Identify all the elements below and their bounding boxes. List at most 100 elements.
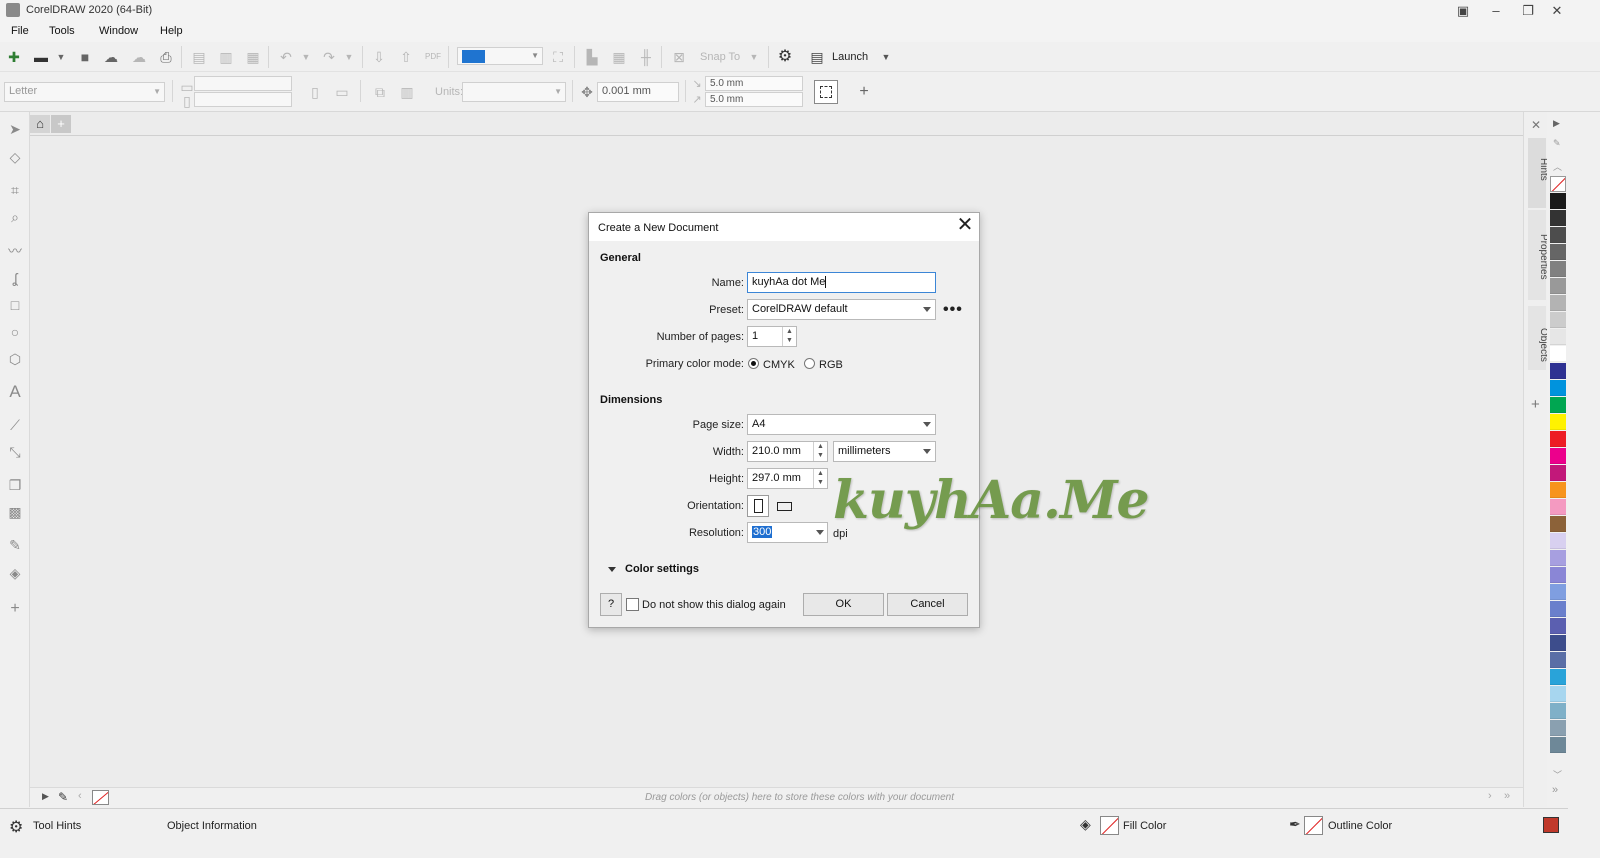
cmyk-label[interactable]: CMYK [763,359,795,371]
snap-to-dropdown-icon[interactable]: ▼ [745,48,763,66]
full-screen-preview-icon[interactable]: ⛶ [549,48,567,66]
units-dropdown-dialog[interactable]: millimeters [833,441,936,462]
export-icon[interactable]: ⇧ [397,48,415,66]
menu-window[interactable]: Window [99,25,138,37]
cut-icon[interactable]: ▤ [190,48,208,66]
snap-to-label[interactable]: Snap To [700,51,740,63]
pick-tool-icon[interactable]: ➤ [6,120,24,138]
export-pdf-icon[interactable]: PDF [424,48,442,66]
landscape-icon[interactable]: ▭ [333,83,351,101]
eyedropper-tool-icon[interactable]: ✎ [6,536,24,554]
palette-swatch[interactable] [1550,737,1566,753]
palette-swatch[interactable] [1550,244,1566,260]
doc-palette-eyedropper-icon[interactable]: ✎ [58,790,68,804]
text-tool-icon[interactable]: A [6,383,24,401]
palette-swatch[interactable] [1550,533,1566,549]
rectangle-tool-icon[interactable]: □ [6,296,24,314]
width-stepper[interactable]: 210.0 mm ▲ ▼ [747,441,828,462]
palette-swatch[interactable] [1550,431,1566,447]
close-docker-icon[interactable]: ✕ [1531,118,1541,132]
duplicate-distance-x-field[interactable]: 5.0 mm [705,76,803,91]
palette-swatch[interactable] [1550,261,1566,277]
portrait-orientation-button[interactable] [747,495,769,517]
help-button[interactable]: ? [600,593,622,616]
show-guidelines-icon[interactable]: ╫ [637,48,655,66]
restore-button[interactable]: ❐ [1514,2,1542,20]
polygon-tool-icon[interactable]: ⬡ [6,350,24,368]
duplicate-distance-y-field[interactable]: 5.0 mm [705,92,803,107]
doc-palette-menu-icon[interactable]: ▶ [42,791,49,802]
page-size-dropdown[interactable]: Letter ▼ [4,82,165,102]
ok-button[interactable]: OK [803,593,884,616]
palette-swatch[interactable] [1550,703,1566,719]
undo-icon[interactable]: ↶ [277,48,295,66]
dont-show-again-checkbox[interactable] [626,598,639,611]
name-input[interactable]: kuyhAa dot Me [747,272,936,293]
redo-icon[interactable]: ↷ [320,48,338,66]
print-icon[interactable]: ⎙ [157,48,175,66]
cmyk-radio[interactable] [748,358,759,369]
no-color-swatch[interactable] [92,790,109,805]
drop-shadow-tool-icon[interactable]: ❐ [6,476,24,494]
new-tab-plus-icon[interactable]: + [51,115,71,133]
palette-swatch[interactable] [1550,567,1566,583]
color-settings-expander[interactable]: Color settings [625,563,699,575]
menu-tools[interactable]: Tools [49,25,75,37]
show-rulers-icon[interactable]: ▙ [583,48,601,66]
nudge-distance-field[interactable]: 0.001 mm [597,82,679,102]
palette-swatch[interactable] [1550,465,1566,481]
zoom-level-dropdown[interactable]: ▼ [457,47,543,65]
doc-palette-scroll-left-icon[interactable]: ‹ [78,790,82,802]
palette-swatch[interactable] [1550,380,1566,396]
palette-swatch[interactable] [1550,550,1566,566]
units-dropdown[interactable]: ▼ [462,82,566,102]
palette-swatch[interactable] [1550,278,1566,294]
preset-dropdown[interactable]: CorelDRAW default [747,299,936,320]
height-stepper[interactable]: 297.0 mm ▲ ▼ [747,468,828,489]
portrait-icon[interactable]: ▯ [306,83,324,101]
fill-color-swatch[interactable] [1100,816,1119,835]
objects-tab[interactable]: Objects [1528,306,1549,370]
palette-swatch[interactable] [1550,601,1566,617]
dialog-close-icon[interactable]: ✕ [953,215,977,237]
ellipse-tool-icon[interactable]: ○ [6,323,24,341]
snap-toggle-icon[interactable]: ⊠ [670,48,688,66]
page-height-field[interactable] [194,92,292,107]
open-dropdown-icon[interactable]: ▼ [52,48,70,66]
palette-scroll-up-icon[interactable]: ︿ [1553,160,1562,173]
properties-tab[interactable]: Properties [1528,210,1549,300]
palette-swatch[interactable] [1550,635,1566,651]
cancel-button[interactable]: Cancel [887,593,968,616]
help-window-icon[interactable]: ▣ [1449,2,1477,20]
landscape-orientation-button[interactable] [774,495,796,517]
crop-tool-icon[interactable]: ⌗ [6,181,24,199]
outline-color-swatch[interactable] [1304,816,1323,835]
artistic-media-icon[interactable]: ʆ [6,269,24,287]
palette-swatch[interactable] [1550,397,1566,413]
palette-swatch[interactable] [1550,176,1566,192]
preset-more-options-icon[interactable]: ••• [943,301,963,319]
new-document-icon[interactable]: ✚ [5,48,23,66]
all-pages-icon[interactable]: ⧉ [371,83,389,101]
add-docker-icon[interactable]: + [1531,396,1540,413]
rgb-radio[interactable] [804,358,815,369]
number-of-pages-stepper[interactable]: 1 ▲ ▼ [747,326,797,347]
zoom-tool-icon[interactable]: ⌕ [6,208,24,226]
shape-tool-icon[interactable]: ◇ [6,148,24,166]
transparency-tool-icon[interactable]: ▩ [6,503,24,521]
minimize-button[interactable]: – [1482,2,1510,20]
launch-button-label[interactable]: Launch [832,51,868,63]
menu-help[interactable]: Help [160,25,183,37]
interactive-fill-icon[interactable]: ◈ [6,564,24,582]
tool-hints-label[interactable]: Tool Hints [33,820,81,832]
close-window-button[interactable]: ✕ [1543,2,1571,20]
width-spin-arrows-icon[interactable]: ▲ ▼ [813,442,827,461]
doc-palette-scroll-right-icon[interactable]: › [1488,790,1492,802]
palette-swatch[interactable] [1550,227,1566,243]
options-gear-icon[interactable]: ⚙ [776,48,794,66]
dont-show-again-label[interactable]: Do not show this dialog again [642,599,786,611]
launch-icon[interactable]: ▤ [808,48,826,66]
paste-icon[interactable]: ▦ [244,48,262,66]
color-proof-icon[interactable] [1543,817,1559,833]
palette-swatch[interactable] [1550,363,1566,379]
